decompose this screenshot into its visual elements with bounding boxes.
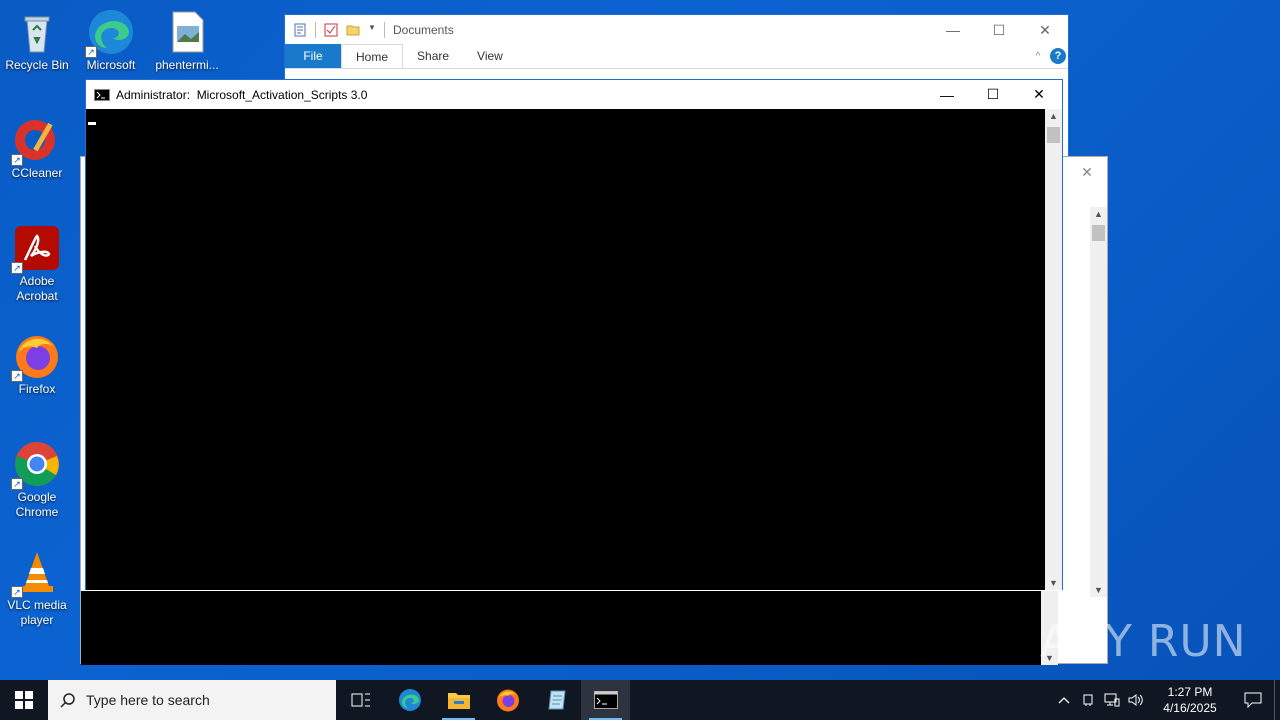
windows-logo-icon — [15, 691, 33, 709]
taskbar-file-explorer[interactable] — [434, 680, 483, 720]
usb-device-icon[interactable] — [1076, 680, 1100, 720]
action-center-button[interactable] — [1232, 680, 1274, 720]
desktop-icon-firefox[interactable]: ↗ Firefox — [0, 332, 74, 397]
taskbar: Type here to search 1:27 PM 4/16/2025 — [0, 680, 1280, 720]
scroll-up-icon[interactable]: ▲ — [1090, 209, 1107, 219]
desktop-icon-google-chrome[interactable]: ↗ Google Chrome — [0, 440, 74, 520]
taskbar-search-box[interactable]: Type here to search — [48, 680, 336, 720]
firefox-icon: ↗ — [11, 332, 61, 382]
edge-icon: ↗ — [85, 8, 135, 58]
separator — [315, 22, 316, 38]
maximize-button[interactable]: ☐ — [976, 15, 1022, 45]
shortcut-arrow-icon: ↗ — [11, 370, 23, 382]
scroll-down-icon[interactable]: ▼ — [1045, 578, 1062, 588]
chevron-up-icon[interactable] — [1052, 680, 1076, 720]
clock-time: 1:27 PM — [1167, 685, 1213, 699]
cmd-window-title: Administrator: Microsoft_Activation_Scri… — [116, 87, 368, 102]
background-window-scrollbar[interactable]: ▲ ▼ — [1090, 207, 1107, 597]
volume-icon[interactable] — [1124, 680, 1148, 720]
chrome-icon: ↗ — [11, 440, 61, 490]
recycle-bin-icon — [13, 8, 61, 56]
background-console-area — [81, 591, 1041, 665]
edge-icon — [398, 689, 421, 711]
taskbar-command-prompt[interactable] — [581, 680, 630, 720]
watermark-text: ANY RUN — [1040, 615, 1247, 667]
console-scrollbar[interactable]: ▲ ▼ — [1045, 109, 1062, 590]
shortcut-arrow-icon: ↗ — [85, 46, 97, 58]
shortcut-arrow-icon: ↗ — [11, 478, 23, 490]
firefox-icon — [496, 689, 519, 712]
minimize-button[interactable]: — — [924, 80, 970, 109]
network-icon[interactable] — [1100, 680, 1124, 720]
start-button[interactable] — [0, 680, 48, 720]
tab-file[interactable]: File — [285, 44, 341, 68]
task-view-icon — [351, 693, 370, 707]
shortcut-arrow-icon: ↗ — [11, 262, 23, 274]
chevron-up-icon[interactable]: ^ — [1028, 44, 1048, 68]
show-desktop-button[interactable] — [1274, 680, 1280, 720]
cmd-icon — [593, 691, 618, 709]
shortcut-arrow-icon: ↗ — [11, 586, 23, 598]
desktop-icon-microsoft-edge[interactable]: ↗ Microsoft Edge — [74, 8, 148, 73]
vlc-icon: ↗ — [11, 548, 61, 598]
desktop-icon-recycle-bin[interactable]: Recycle Bin — [0, 8, 74, 73]
minimize-button[interactable]: — — [930, 15, 976, 45]
chevron-down-icon[interactable]: ▼ — [368, 23, 376, 37]
scroll-thumb[interactable] — [1092, 225, 1105, 241]
close-button[interactable]: ✕ — [1016, 80, 1062, 109]
task-view-button[interactable] — [336, 680, 385, 720]
ribbon-tabs: File Home Share View ^ ? — [285, 44, 1068, 69]
maximize-button[interactable]: ☐ — [970, 80, 1016, 109]
search-placeholder: Type here to search — [86, 692, 210, 708]
clock-date: 4/16/2025 — [1163, 701, 1217, 715]
scroll-thumb[interactable] — [1047, 127, 1060, 143]
text-cursor — [88, 122, 96, 125]
checklist-icon[interactable] — [324, 23, 338, 37]
desktop-icon-label: Google Chrome — [15, 490, 59, 519]
desktop-icon-label: VLC media player — [7, 598, 67, 627]
taskbar-edge[interactable] — [385, 680, 434, 720]
help-icon[interactable]: ? — [1048, 44, 1068, 68]
close-icon[interactable]: ✕ — [1067, 157, 1107, 187]
taskbar-clock[interactable]: 1:27 PM 4/16/2025 — [1148, 684, 1232, 716]
desktop-icon-label: CCleaner — [11, 166, 63, 180]
folder-icon — [447, 693, 470, 709]
notification-icon — [1244, 692, 1262, 708]
desktop-icon-label: Adobe Acrobat — [16, 274, 58, 303]
anyrun-watermark: ANY RUN — [1040, 606, 1247, 676]
desktop-icon-label: Microsoft Edge — [86, 58, 136, 72]
console-output[interactable] — [86, 109, 1047, 590]
taskbar-firefox[interactable] — [483, 680, 532, 720]
properties-icon[interactable] — [293, 23, 307, 37]
desktop-icon-adobe-acrobat[interactable]: ↗ Adobe Acrobat — [0, 224, 74, 304]
tab-view[interactable]: View — [463, 44, 517, 68]
cmd-icon — [94, 88, 110, 101]
scroll-down-icon[interactable]: ▼ — [1090, 585, 1107, 595]
scroll-up-icon[interactable]: ▲ — [1045, 111, 1062, 121]
cmd-title-bar: Administrator: Microsoft_Activation_Scri… — [86, 80, 1062, 109]
notepad-icon — [547, 690, 566, 710]
ccleaner-icon: ↗ — [11, 116, 61, 166]
command-prompt-window[interactable]: Administrator: Microsoft_Activation_Scri… — [85, 79, 1063, 590]
adobe-acrobat-icon: ↗ — [11, 224, 61, 274]
shortcut-arrow-icon: ↗ — [11, 154, 23, 166]
taskbar-notepad[interactable] — [532, 680, 581, 720]
tab-share[interactable]: Share — [403, 44, 463, 68]
close-button[interactable]: ✕ — [1022, 15, 1068, 45]
search-icon — [60, 692, 76, 708]
desktop-icon-label: Recycle Bin — [5, 58, 69, 72]
desktop-icon-ccleaner[interactable]: ↗ CCleaner — [0, 116, 74, 181]
explorer-window-title: Documents — [393, 23, 454, 37]
tab-home[interactable]: Home — [341, 44, 404, 68]
new-folder-icon[interactable] — [346, 23, 360, 37]
desktop-icon-label: Firefox — [18, 382, 56, 396]
system-tray: 1:27 PM 4/16/2025 — [1052, 680, 1280, 720]
desktop-icon-label: phentermi... — [155, 58, 219, 72]
separator — [384, 22, 385, 38]
image-file-icon — [163, 8, 211, 56]
desktop-icon-vlc[interactable]: ↗ VLC media player — [0, 548, 74, 628]
desktop-icon-phentermi[interactable]: phentermi... — [150, 8, 224, 73]
